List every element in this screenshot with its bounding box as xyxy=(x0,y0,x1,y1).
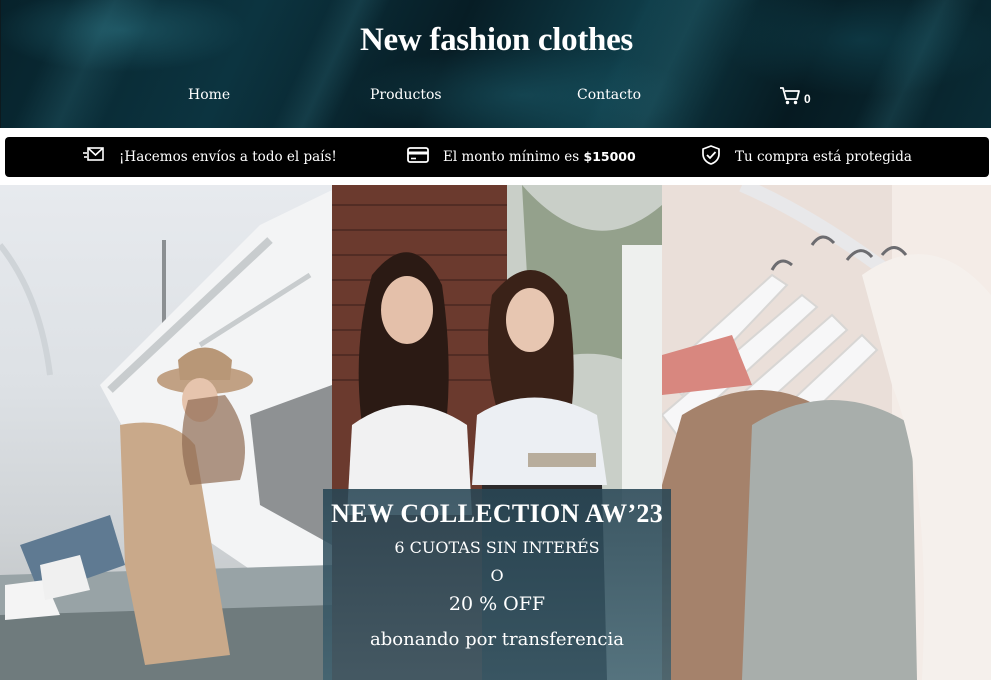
info-minimum: El monto mínimo es $15000 xyxy=(407,137,636,177)
shipping-mail-icon xyxy=(83,146,105,168)
cart-count: 0 xyxy=(804,92,811,106)
promo-transfer: abonando por transferencia xyxy=(370,629,624,650)
hero-banner[interactable]: NEW COLLECTION AW’23 6 CUOTAS SIN INTERÉ… xyxy=(0,185,991,680)
info-protected: Tu compra está protegida xyxy=(701,137,912,177)
nav-products[interactable]: Productos xyxy=(370,87,442,103)
promo-title: NEW COLLECTION AW’23 xyxy=(330,499,664,528)
header-fabric-fold xyxy=(11,0,161,128)
nav-home[interactable]: Home xyxy=(188,87,230,103)
shopping-cart-icon xyxy=(779,86,801,110)
info-bar: ¡Hacemos envíos a todo el país! El monto… xyxy=(5,137,989,177)
promo-or: O xyxy=(490,566,504,585)
promo-installments: 6 CUOTAS SIN INTERÉS xyxy=(394,538,600,557)
minimum-amount: $15000 xyxy=(583,149,636,164)
banner-photo-woman-bridge xyxy=(0,185,332,680)
header-fabric-fold xyxy=(851,0,981,128)
minimum-prefix: El monto mínimo es xyxy=(443,149,584,165)
cart-button[interactable]: 0 xyxy=(779,86,811,110)
nav-contact[interactable]: Contacto xyxy=(577,87,641,103)
credit-card-icon xyxy=(407,146,429,168)
banner-photo-clothing-rack xyxy=(662,185,991,680)
info-shipping-text: ¡Hacemos envíos a todo el país! xyxy=(119,149,337,165)
site-title[interactable]: New fashion clothes xyxy=(1,22,991,59)
header-fabric-fold xyxy=(271,0,391,128)
site-header: New fashion clothes Home Productos Conta… xyxy=(0,0,991,128)
info-shipping: ¡Hacemos envíos a todo el país! xyxy=(83,137,337,177)
promo-overlay[interactable]: NEW COLLECTION AW’23 6 CUOTAS SIN INTERÉ… xyxy=(323,489,671,680)
info-minimum-text: El monto mínimo es $15000 xyxy=(443,149,636,165)
promo-discount: 20 % OFF xyxy=(448,593,546,615)
header-fabric-fold xyxy=(581,0,761,128)
shield-check-icon xyxy=(701,145,721,169)
info-protected-text: Tu compra está protegida xyxy=(735,149,912,165)
